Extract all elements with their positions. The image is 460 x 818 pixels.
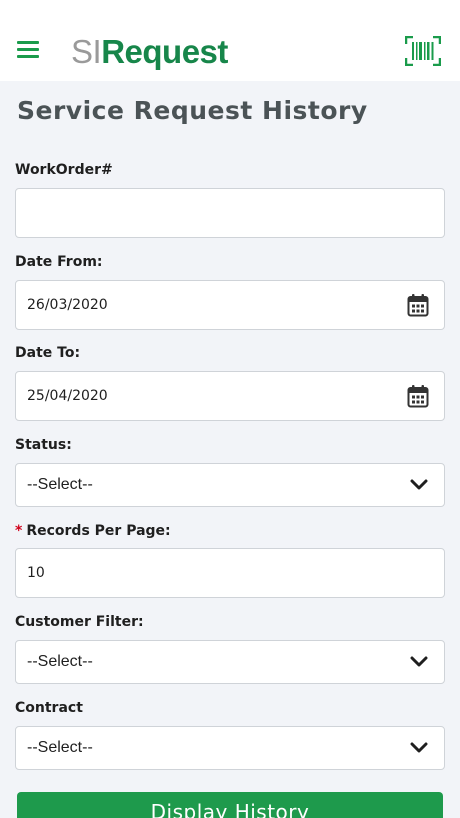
workorder-input[interactable] — [15, 188, 445, 238]
logo-prefix: SI — [71, 33, 102, 70]
logo-main: Request — [101, 33, 228, 70]
date-to-input[interactable]: 25/04/2020 — [15, 371, 445, 421]
date-to-value: 25/04/2020 — [27, 388, 108, 404]
workorder-label: WorkOrder# — [15, 162, 113, 178]
records-per-page-value: 10 — [27, 565, 45, 581]
records-per-page-text: Records Per Page: — [26, 523, 171, 539]
chevron-down-icon — [410, 479, 428, 490]
date-from-label: Date From: — [15, 254, 103, 270]
customer-filter-select[interactable]: --Select-- — [15, 640, 445, 684]
date-to-label: Date To: — [15, 345, 81, 361]
chevron-down-icon — [410, 742, 428, 753]
app-header: SIRequest — [0, 0, 460, 81]
required-marker: * — [15, 523, 23, 539]
calendar-icon[interactable] — [407, 384, 429, 408]
display-history-button[interactable]: Display History — [17, 792, 443, 818]
calendar-icon[interactable] — [407, 293, 429, 317]
date-from-input[interactable]: 26/03/2020 — [15, 280, 445, 330]
customer-filter-selected-value: --Select-- — [27, 653, 93, 670]
status-selected-value: --Select-- — [27, 476, 93, 493]
records-per-page-label: * Records Per Page: — [15, 523, 171, 539]
app-logo: SIRequest — [71, 30, 228, 74]
date-from-value: 26/03/2020 — [27, 297, 108, 313]
contract-select[interactable]: --Select-- — [15, 726, 445, 770]
status-select[interactable]: --Select-- — [15, 463, 445, 507]
barcode-scan-icon[interactable] — [405, 36, 441, 66]
chevron-down-icon — [410, 656, 428, 667]
hamburger-menu-icon[interactable] — [17, 41, 39, 59]
records-per-page-input[interactable]: 10 — [15, 548, 445, 598]
customer-filter-label: Customer Filter: — [15, 614, 144, 630]
contract-label: Contract — [15, 700, 83, 716]
status-label: Status: — [15, 437, 72, 453]
contract-selected-value: --Select-- — [27, 739, 93, 756]
page-title: Service Request History — [17, 96, 368, 125]
